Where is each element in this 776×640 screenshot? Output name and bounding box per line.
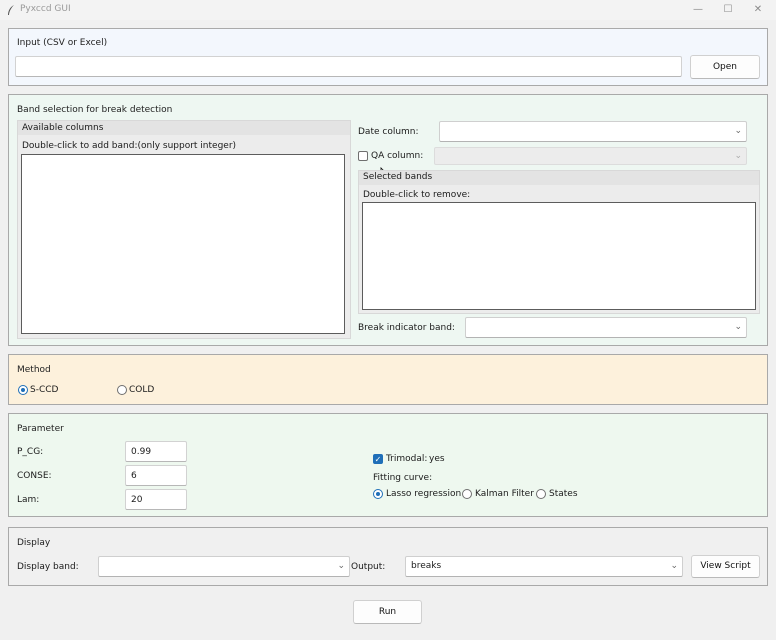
input-section: Input (CSV or Excel) Open <box>8 28 768 86</box>
display-section-title: Display <box>17 538 51 548</box>
chevron-down-icon: ⌄ <box>734 151 742 161</box>
band-selection-section: Band selection for break detection Avail… <box>8 94 768 346</box>
selected-bands-title: Selected bands <box>363 172 433 182</box>
lam-input[interactable]: 20 <box>125 489 187 510</box>
date-column-dropdown[interactable]: ⌄ <box>439 121 747 142</box>
qa-column-label: QA column: <box>371 151 424 161</box>
parameter-section: Parameter P_CG: 0.99 CONSE: 6 Lam: 20 ✓ … <box>8 413 768 517</box>
fitting-states-label: States <box>549 489 578 499</box>
selected-bands-list[interactable] <box>362 202 756 310</box>
fitting-curve-label: Fitting curve: <box>373 473 433 483</box>
break-indicator-dropdown[interactable]: ⌄ <box>465 317 747 338</box>
display-band-label: Display band: <box>17 562 79 572</box>
pcg-label: P_CG: <box>17 447 44 457</box>
chevron-down-icon: ⌄ <box>734 126 742 136</box>
available-columns-title: Available columns <box>22 123 104 133</box>
window-title: Pyxccd GUI <box>20 4 71 14</box>
output-dropdown[interactable]: breaks ⌄ <box>405 556 683 577</box>
fitting-states-radio[interactable] <box>536 489 546 499</box>
display-section: Display Display band: ⌄ Output: breaks ⌄… <box>8 527 768 586</box>
conse-label: CONSE: <box>17 471 52 481</box>
minimize-icon[interactable]: — <box>686 2 710 18</box>
trimodal-state: yes <box>429 454 445 464</box>
chevron-down-icon: ⌄ <box>734 322 742 332</box>
qa-column-checkbox[interactable] <box>358 151 368 161</box>
maximize-icon[interactable]: ☐ <box>716 2 740 18</box>
parameter-section-title: Parameter <box>17 424 64 434</box>
feather-icon <box>8 5 14 15</box>
title-bar: Pyxccd GUI — ☐ ✕ <box>0 0 776 20</box>
pcg-input[interactable]: 0.99 <box>125 441 187 462</box>
available-columns-panel: Available columns Double-click to add ba… <box>17 120 351 339</box>
run-button[interactable]: Run <box>353 600 422 624</box>
fitting-lasso-label: Lasso regression <box>386 489 462 499</box>
break-indicator-label: Break indicator band: <box>358 323 455 333</box>
fitting-kalman-label: Kalman Filter <box>475 489 534 499</box>
input-section-title: Input (CSV or Excel) <box>17 38 108 48</box>
conse-input[interactable]: 6 <box>125 465 187 486</box>
chevron-down-icon: ⌄ <box>670 561 678 571</box>
selected-bands-hint: Double-click to remove: <box>363 190 471 200</box>
available-columns-hint: Double-click to add band:(only support i… <box>22 141 237 151</box>
selected-bands-panel: Selected bands Double-click to remove: <box>358 170 760 314</box>
view-script-button[interactable]: View Script <box>691 555 760 578</box>
band-section-title: Band selection for break detection <box>17 105 173 115</box>
trimodal-label: Trimodal: <box>386 454 428 464</box>
open-button[interactable]: Open <box>690 55 760 79</box>
method-cold-label: COLD <box>129 385 155 395</box>
method-sccd-label: S-CCD <box>30 385 59 395</box>
qa-column-dropdown[interactable]: ⌄ <box>434 147 747 165</box>
method-section: Method S-CCD COLD <box>8 354 768 405</box>
trimodal-checkbox[interactable]: ✓ <box>373 454 383 464</box>
method-section-title: Method <box>17 365 51 375</box>
chevron-down-icon: ⌄ <box>337 561 345 571</box>
input-path-field[interactable] <box>15 56 682 77</box>
lam-label: Lam: <box>17 495 40 505</box>
display-band-dropdown[interactable]: ⌄ <box>98 556 350 577</box>
fitting-kalman-radio[interactable] <box>462 489 472 499</box>
output-label: Output: <box>351 562 386 572</box>
close-icon[interactable]: ✕ <box>746 2 770 18</box>
date-column-label: Date column: <box>358 127 419 137</box>
method-sccd-radio[interactable] <box>18 385 28 395</box>
available-columns-list[interactable] <box>21 154 345 334</box>
method-cold-radio[interactable] <box>117 385 127 395</box>
fitting-lasso-radio[interactable] <box>373 489 383 499</box>
